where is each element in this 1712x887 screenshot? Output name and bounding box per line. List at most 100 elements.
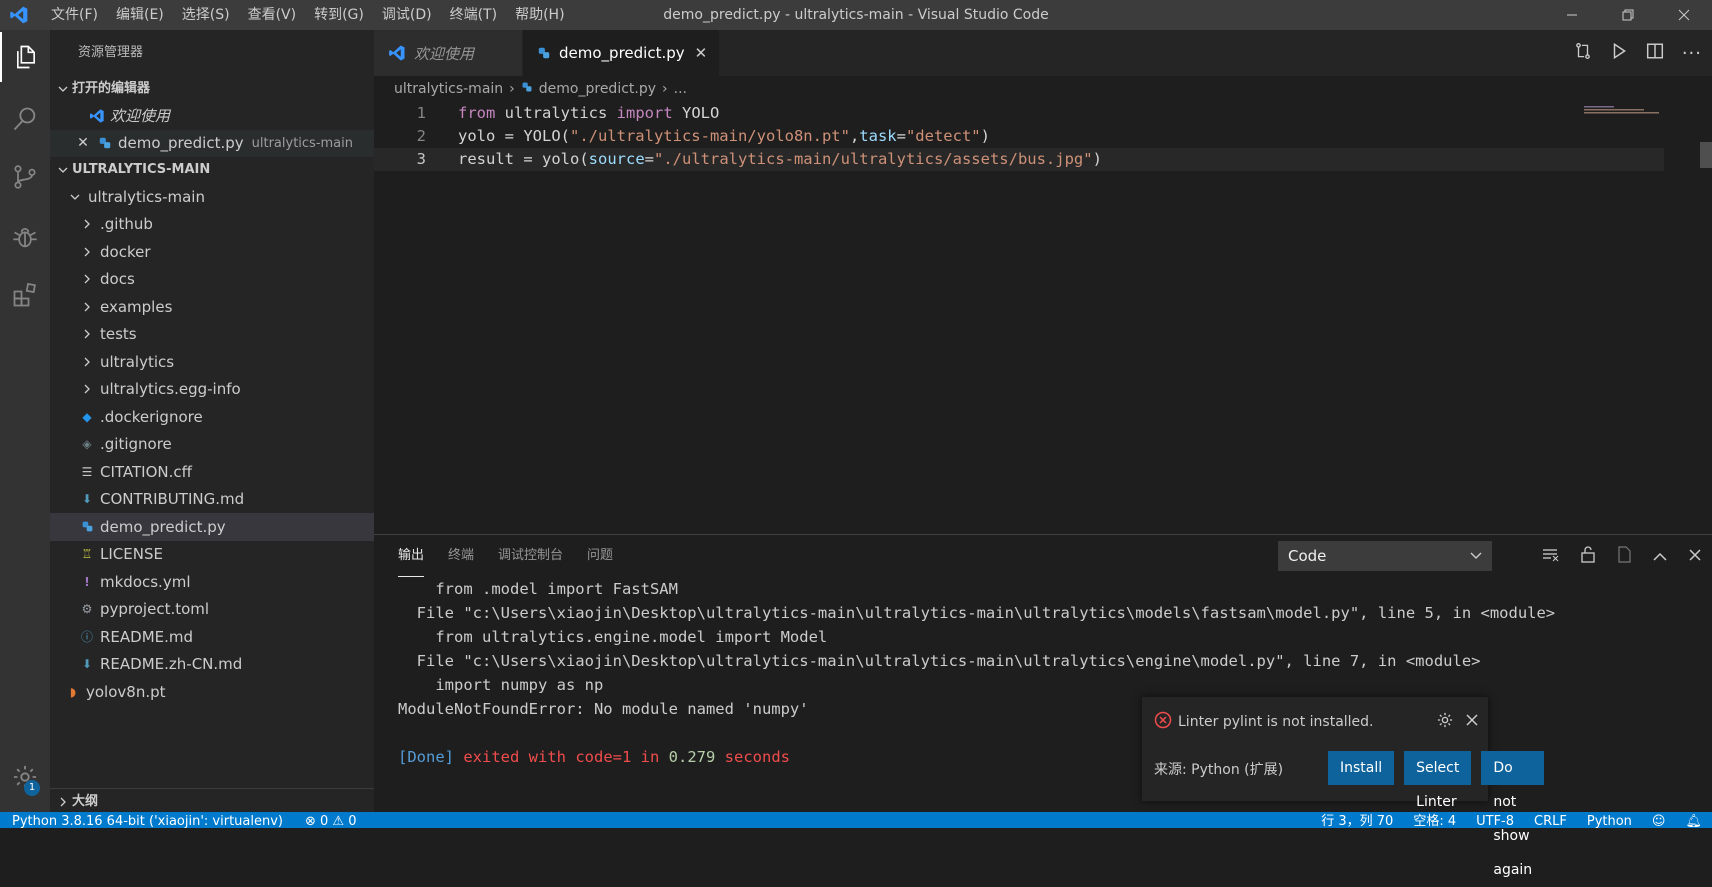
language-mode[interactable]: Python (1587, 812, 1632, 828)
file-item[interactable]: demo_predict.py (50, 513, 374, 541)
folder-item[interactable]: ultralytics.egg-info (50, 376, 374, 404)
tree-item-label: pyproject.toml (100, 600, 210, 619)
breadcrumb-symbol[interactable]: ... (674, 81, 687, 97)
close-panel-icon[interactable] (1688, 547, 1702, 566)
source-control-icon[interactable] (0, 152, 50, 202)
encoding[interactable]: UTF-8 (1476, 812, 1514, 828)
folder-item[interactable]: .github (50, 211, 374, 239)
tab-welcome[interactable]: 欢迎使用 (374, 30, 524, 76)
activity-bar: 1 (0, 30, 50, 812)
folder-ultralytics-main[interactable]: ultralytics-main (50, 183, 374, 211)
folder-item[interactable]: tests (50, 321, 374, 349)
run-icon[interactable] (1610, 42, 1628, 64)
tab-problems[interactable]: 问题 (587, 535, 613, 577)
open-editor-welcome[interactable]: 欢迎使用 (50, 102, 374, 130)
maximize-panel-icon[interactable] (1652, 547, 1668, 566)
open-log-file-icon[interactable] (1616, 545, 1632, 567)
close-icon[interactable]: ✕ (74, 135, 92, 151)
problems-count[interactable]: ⊗ 0 ⚠ 0 (305, 812, 357, 828)
editor-scrollbar[interactable] (1700, 142, 1712, 168)
tab-label: 欢迎使用 (414, 44, 475, 63)
folder-item[interactable]: docs (50, 266, 374, 294)
open-editors-section[interactable]: 打开的编辑器 (50, 76, 374, 102)
close-icon[interactable] (1466, 714, 1478, 730)
restore-button[interactable] (1600, 0, 1656, 30)
file-yolov8n-pt[interactable]: ◗ yolov8n.pt (50, 678, 374, 706)
minimize-button[interactable] (1544, 0, 1600, 30)
settings-gear-icon[interactable]: 1 (0, 752, 50, 802)
file-item[interactable]: ⬇ README.zh-CN.md (50, 651, 374, 679)
folder-label: ultralytics-main (88, 187, 205, 206)
close-window-button[interactable] (1656, 0, 1712, 30)
breadcrumb: ultralytics-main › demo_predict.py › ... (374, 76, 1712, 102)
cursor-position[interactable]: 行 3，列 70 (1321, 812, 1393, 828)
tree-item-label: docs (100, 270, 135, 289)
file-item[interactable]: ◈ .gitignore (50, 431, 374, 459)
tab-output[interactable]: 输出 (398, 535, 425, 577)
install-button[interactable]: Install (1328, 751, 1395, 785)
notification-source: 来源: Python (扩展) (1154, 762, 1284, 778)
split-editor-icon[interactable] (1646, 42, 1664, 64)
chevron-down-icon (1470, 541, 1482, 571)
search-icon[interactable] (0, 94, 50, 144)
minimap[interactable] (1584, 102, 1694, 114)
notifications-bell-icon[interactable]: 🔔︎ (1685, 812, 1702, 828)
chevron-right-icon (78, 274, 96, 284)
vscode-file-icon (388, 44, 406, 62)
file-item[interactable]: ♖ LICENSE (50, 541, 374, 569)
chevron-right-icon (54, 797, 72, 807)
line-endings[interactable]: CRLF (1534, 812, 1567, 828)
vscode-logo-icon (4, 0, 34, 30)
file-item[interactable]: ☰ CITATION.cff (50, 458, 374, 486)
open-editor-label: demo_predict.py (118, 134, 244, 153)
menu-selection[interactable]: 选择(S) (173, 0, 239, 30)
folder-item[interactable]: examples (50, 293, 374, 321)
more-actions-icon[interactable]: ··· (1682, 43, 1702, 64)
lock-scroll-icon[interactable] (1580, 545, 1596, 567)
menu-go[interactable]: 转到(G) (305, 0, 373, 30)
tab-debug-console[interactable]: 调试控制台 (498, 535, 563, 577)
tree-item-label: README.zh-CN.md (100, 655, 243, 674)
output-channel-select[interactable]: Code (1278, 541, 1492, 571)
python-interpreter[interactable]: Python 3.8.16 64-bit ('xiaojin': virtual… (12, 812, 283, 828)
file-item[interactable]: ⓘ README.md (50, 623, 374, 651)
code-editor[interactable]: 1 from ultralytics import YOLO 2 yolo = … (374, 102, 1664, 532)
chevron-right-icon (78, 357, 96, 367)
tab-terminal[interactable]: 终端 (448, 535, 474, 577)
gear-icon[interactable] (1436, 711, 1454, 733)
breadcrumb-file[interactable]: demo_predict.py (539, 81, 656, 97)
workspace-root-section[interactable]: ULTRALYTICS-MAIN (50, 157, 374, 183)
menu-view[interactable]: 查看(V) (239, 0, 306, 30)
folder-item[interactable]: ultralytics (50, 348, 374, 376)
outline-title: 大纲 (72, 793, 99, 809)
clear-output-icon[interactable] (1542, 547, 1560, 566)
explorer-icon[interactable] (0, 32, 50, 82)
menu-debug[interactable]: 调试(D) (373, 0, 441, 30)
breadcrumb-folder[interactable]: ultralytics-main (394, 81, 503, 97)
tab-demo-predict[interactable]: demo_predict.py ✕ (523, 30, 721, 76)
yaml-file-icon: ! (84, 574, 90, 589)
explorer-sidebar: 资源管理器 打开的编辑器 欢迎使用 ✕ demo_predict.py ultr… (50, 30, 374, 812)
markdown-file-icon: ⬇ (81, 492, 93, 507)
menu-file[interactable]: 文件(F) (42, 0, 107, 30)
do-not-show-again-button[interactable]: Do not show again (1481, 751, 1545, 878)
file-item[interactable]: ! mkdocs.yml (50, 568, 374, 596)
file-item[interactable]: ⚙ pyproject.toml (50, 596, 374, 624)
select-linter-button[interactable]: Select Linter (1404, 751, 1472, 810)
open-editor-demo-predict[interactable]: ✕ demo_predict.py ultralytics-main (50, 129, 374, 157)
file-item[interactable]: ⬇ CONTRIBUTING.md (50, 486, 374, 514)
menu-help[interactable]: 帮助(H) (506, 0, 573, 30)
outline-section[interactable]: 大纲 (50, 788, 374, 814)
indentation[interactable]: 空格: 4 (1413, 812, 1456, 828)
menu-edit[interactable]: 编辑(E) (107, 0, 173, 30)
menu-terminal[interactable]: 终端(T) (441, 0, 506, 30)
close-tab-icon[interactable]: ✕ (695, 44, 708, 62)
debug-icon[interactable] (0, 212, 50, 262)
extensions-icon[interactable] (0, 270, 50, 320)
open-editor-label: 欢迎使用 (110, 107, 171, 126)
compare-changes-icon[interactable] (1574, 42, 1592, 64)
file-item[interactable]: ◆ .dockerignore (50, 403, 374, 431)
folder-item[interactable]: docker (50, 238, 374, 266)
tree-item-label: .github (100, 215, 153, 234)
feedback-icon[interactable]: ☺ (1652, 812, 1666, 828)
